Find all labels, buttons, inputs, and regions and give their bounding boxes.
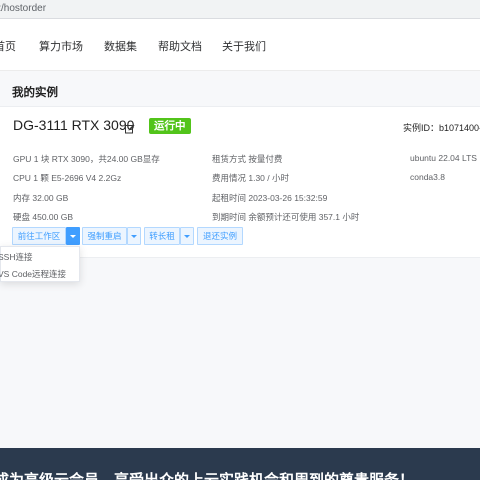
spec-memory: 内存 32.00 GB: [13, 193, 69, 203]
spec-disk: 硬盘 450.00 GB: [13, 212, 74, 222]
spec-billing-mode: 租赁方式 按量付费: [212, 154, 283, 164]
caret-down-icon: [131, 235, 137, 239]
nav-item-about-us[interactable]: 关于我们: [222, 38, 266, 54]
instance-id: 实例ID：b1071400-2: [403, 123, 480, 133]
restart-dropdown-toggle[interactable]: [127, 227, 141, 245]
spec-cpu: CPU 1 颗 E5-2696 V4 2.2Gz: [13, 173, 122, 183]
status-badge: 运行中: [149, 118, 191, 134]
nav-item-help-docs[interactable]: 帮助文档: [158, 38, 202, 54]
ssh-connect-option[interactable]: SSH连接: [0, 251, 32, 263]
spec-os: ubuntu 22.04 LTS: [410, 153, 477, 163]
workspace-button[interactable]: 前往工作区: [12, 227, 66, 245]
refund-instance-button[interactable]: 退还实例: [197, 227, 243, 245]
footer-slogan: 成为高级云会员，享受出众的上云实践机会和周到的尊贵服务！: [0, 469, 414, 480]
page-title: 我的实例: [12, 87, 58, 99]
nav-item-datasets[interactable]: 数据集: [104, 38, 137, 54]
spec-start-time: 起租时间 2023-03-26 15:32:59: [212, 193, 328, 203]
spec-expire: 到期时间 余额预计还可使用 357.1 小时: [212, 212, 360, 222]
browser-address-bar[interactable]: z/hostorder: [0, 0, 480, 19]
connect-dropdown-menu: SSH连接 VS Code远程连接: [0, 246, 80, 282]
instance-name: DG-3111 RTX 3090: [13, 117, 135, 133]
caret-down-icon: [70, 235, 76, 239]
force-restart-button[interactable]: 强制重启: [82, 227, 127, 245]
edit-icon[interactable]: [125, 121, 135, 134]
top-navigation: 首页 算力市场 数据集 帮助文档 关于我们: [0, 19, 480, 71]
workspace-dropdown-toggle[interactable]: [66, 227, 80, 245]
caret-down-icon: [184, 235, 190, 239]
spec-gpu: GPU 1 块 RTX 3090，共24.00 GB显存: [13, 154, 160, 164]
spec-env: conda3.8: [410, 172, 445, 182]
address-url[interactable]: z/hostorder: [0, 3, 46, 14]
long-rent-button[interactable]: 转长租: [144, 227, 180, 245]
vscode-connect-option[interactable]: VS Code远程连接: [0, 268, 66, 280]
nav-item-compute-market[interactable]: 算力市场: [39, 38, 83, 54]
footer-banner: 成为高级云会员，享受出众的上云实践机会和周到的尊贵服务！: [0, 448, 480, 480]
renew-dropdown-toggle[interactable]: [180, 227, 194, 245]
spec-cost: 费用情况 1.30 / 小时: [212, 173, 289, 183]
nav-item-home[interactable]: 首页: [0, 38, 16, 54]
